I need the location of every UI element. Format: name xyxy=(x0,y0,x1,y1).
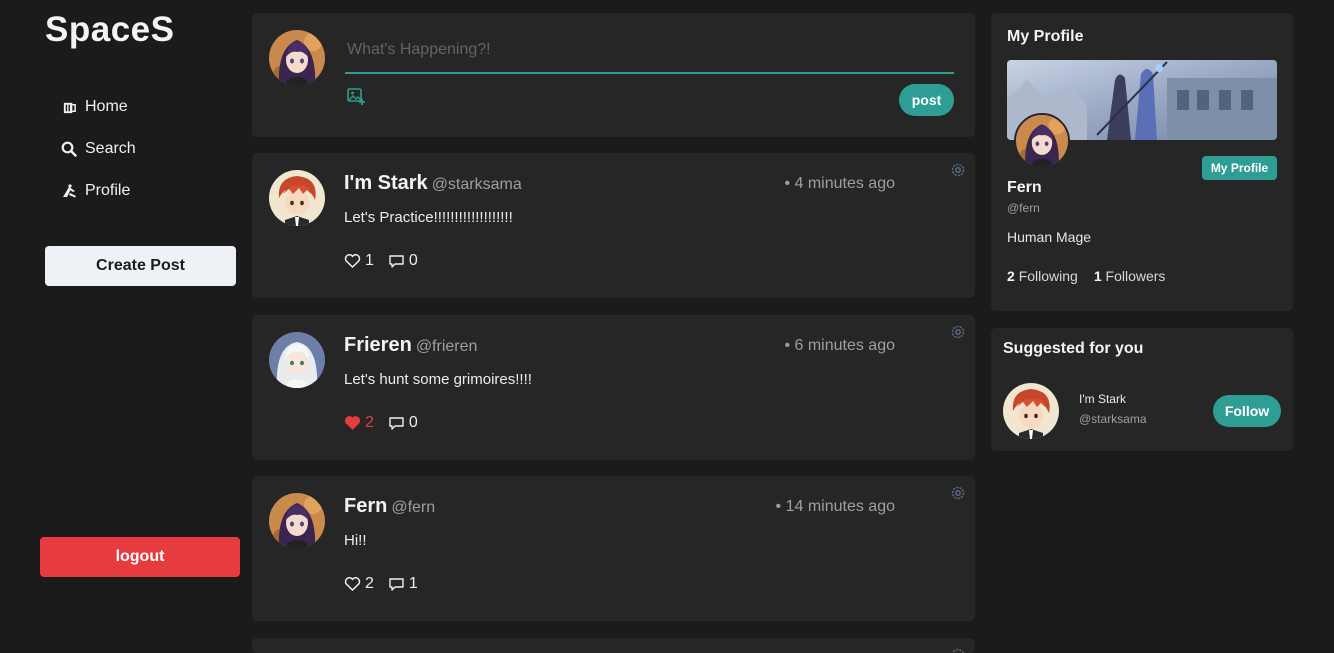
sidebar-item-home[interactable]: Home xyxy=(60,96,136,118)
post-timestamp: • 4 minutes ago xyxy=(784,175,895,192)
feed-post: Frieren @frieren • 6 minutes ago Let's hu… xyxy=(252,315,975,460)
following-label: Following xyxy=(1018,268,1078,284)
search-icon xyxy=(60,140,78,158)
create-post-button[interactable]: Create Post xyxy=(45,246,236,286)
like-button[interactable]: 2 xyxy=(344,414,374,432)
post-author[interactable]: I'm Stark @starksama xyxy=(344,172,522,195)
comment-button[interactable]: 1 xyxy=(388,575,418,593)
comment-button[interactable]: 0 xyxy=(388,414,418,432)
comment-icon xyxy=(389,578,404,591)
comment-icon xyxy=(389,255,404,268)
follow-button[interactable]: Follow xyxy=(1213,395,1281,427)
profile-icon xyxy=(60,182,78,200)
avatar[interactable] xyxy=(1003,383,1059,439)
avatar[interactable] xyxy=(1014,113,1070,169)
profile-stats: 2 Following 1 Followers xyxy=(1007,268,1181,284)
avatar[interactable] xyxy=(269,170,325,226)
avatar[interactable] xyxy=(269,493,325,549)
post-author[interactable]: Fern @fern xyxy=(344,495,435,518)
sidebar-item-profile[interactable]: Profile xyxy=(60,180,136,202)
like-count: 2 xyxy=(365,575,374,592)
profile-card-title: My Profile xyxy=(1007,28,1084,45)
comment-button[interactable]: 0 xyxy=(388,252,418,270)
suggested-card: Suggested for you I'm Stark @starksama F… xyxy=(991,328,1293,451)
heart-icon xyxy=(344,577,361,592)
feed-post: Fern @fern • 14 minutes ago Hi!! 2 1 xyxy=(252,476,975,621)
suggested-title: Suggested for you xyxy=(1003,340,1144,357)
my-profile-button[interactable]: My Profile xyxy=(1202,156,1277,180)
feed-post xyxy=(252,638,975,653)
post-timestamp: • 6 minutes ago xyxy=(784,337,895,354)
sidebar-item-label: Profile xyxy=(85,182,131,199)
comment-icon xyxy=(389,417,404,430)
gear-icon[interactable] xyxy=(950,324,966,340)
post-actions: 2 0 xyxy=(344,414,432,432)
like-button[interactable]: 1 xyxy=(344,252,374,270)
post-timestamp: • 14 minutes ago xyxy=(775,498,895,515)
feed-post: I'm Stark @starksama • 4 minutes ago Let'… xyxy=(252,153,975,298)
post-button[interactable]: post xyxy=(899,84,954,116)
composer-input[interactable] xyxy=(345,33,954,74)
post-author[interactable]: Frieren @frieren xyxy=(344,334,477,357)
post-author-name[interactable]: I'm Stark xyxy=(344,172,428,194)
comment-count: 0 xyxy=(408,252,418,269)
post-actions: 1 0 xyxy=(344,252,432,270)
followers-count: 1 xyxy=(1093,268,1102,284)
post-text: Hi!! xyxy=(344,532,367,549)
post-composer: post xyxy=(252,13,975,137)
avatar[interactable] xyxy=(269,332,325,388)
add-image-icon[interactable] xyxy=(346,86,366,106)
home-icon xyxy=(60,98,78,116)
comment-count: 1 xyxy=(408,575,418,592)
main-nav: Home Search Profile xyxy=(60,96,136,222)
sidebar-item-search[interactable]: Search xyxy=(60,138,136,160)
followers-stat[interactable]: 1 Followers xyxy=(1094,268,1166,284)
following-count: 2 xyxy=(1007,268,1015,284)
post-author-handle[interactable]: @starksama xyxy=(432,176,522,193)
post-author-name[interactable]: Frieren xyxy=(344,334,412,356)
post-author-handle[interactable]: @fern xyxy=(391,499,435,516)
gear-icon[interactable] xyxy=(950,162,966,178)
heart-icon xyxy=(344,254,361,269)
post-text: Let's hunt some grimoires!!!! xyxy=(344,371,532,388)
app-brand[interactable]: SpaceS xyxy=(45,10,174,50)
gear-icon[interactable] xyxy=(950,647,966,653)
sidebar-item-label: Search xyxy=(85,140,136,157)
left-sidebar: SpaceS Home Search Profile Create Post l… xyxy=(0,0,250,653)
comment-count: 0 xyxy=(408,414,418,431)
my-profile-card: My Profile My Profile Fern @fern Human M… xyxy=(991,13,1293,311)
logout-button[interactable]: logout xyxy=(40,537,240,577)
following-stat[interactable]: 2 Following xyxy=(1007,268,1078,284)
post-actions: 2 1 xyxy=(344,575,432,593)
like-count: 2 xyxy=(365,414,374,431)
suggested-user-handle: @starksama xyxy=(1079,412,1147,426)
avatar[interactable] xyxy=(269,30,325,86)
like-count: 1 xyxy=(365,252,374,269)
like-button[interactable]: 2 xyxy=(344,575,374,593)
sidebar-item-label: Home xyxy=(85,98,128,115)
post-author-name[interactable]: Fern xyxy=(344,495,387,517)
profile-handle: @fern xyxy=(1007,201,1040,215)
suggested-user-name[interactable]: I'm Stark xyxy=(1079,392,1126,406)
post-text: Let's Practice!!!!!!!!!!!!!!!!!!! xyxy=(344,209,513,226)
heart-filled-icon xyxy=(344,416,361,430)
profile-name: Fern xyxy=(1007,179,1042,196)
gear-icon[interactable] xyxy=(950,485,966,501)
post-author-handle[interactable]: @frieren xyxy=(416,338,478,355)
followers-label: Followers xyxy=(1105,268,1166,284)
profile-bio: Human Mage xyxy=(1007,229,1092,245)
